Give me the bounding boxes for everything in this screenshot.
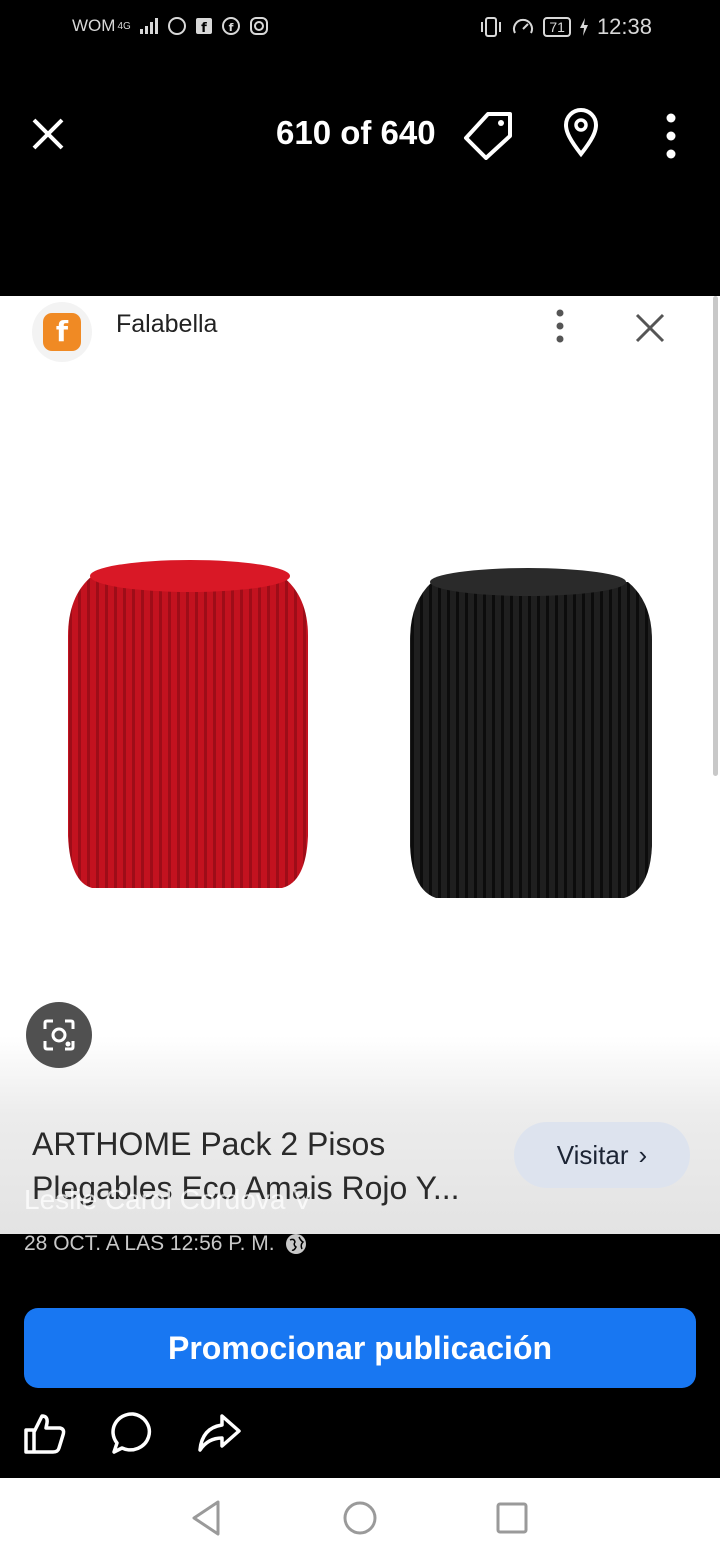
system-nav-bar [0,1478,720,1560]
facebook-icon: f [221,17,240,35]
photo-viewer-header: 610 of 640 [0,90,720,180]
facebook-icon: f [195,18,212,35]
product-image [68,560,652,898]
visit-label: Visitar [556,1139,629,1170]
black-stool [410,568,652,898]
comment-icon[interactable] [110,1410,156,1456]
carrier-name: WOM [72,16,116,35]
more-vertical-icon[interactable] [656,110,686,162]
close-icon[interactable] [28,114,68,154]
ad-image[interactable]: f Falabella ARTHOME Pack 2 Pisos Plegabl… [0,296,720,1234]
location-pin-icon[interactable] [560,108,602,158]
recents-icon[interactable] [492,1498,532,1538]
share-icon[interactable] [196,1410,242,1456]
vibrate-icon [481,17,502,37]
brand-logo: f [32,302,92,362]
status-right: 71 12:38 [479,14,652,40]
like-icon[interactable] [22,1410,68,1456]
whatsapp-icon [167,17,186,35]
post-date-text: 28 OCT. A LAS 12:56 P. M. [24,1232,275,1255]
chevron-right-icon: › [638,1139,648,1170]
post-date: 28 OCT. A LAS 12:56 P. M. [24,1232,307,1256]
post-author[interactable]: Leslie Carol Cordova V [24,1184,312,1216]
battery-level: 71 [543,17,571,37]
svg-text:f: f [228,21,233,34]
charging-icon [579,18,588,36]
back-icon[interactable] [188,1498,228,1538]
instagram-icon [249,17,268,35]
signal-icon [139,18,158,34]
red-stool [68,560,308,888]
status-left: WOM 4G f f [72,16,269,36]
status-bar: WOM 4G f f 71 12:38 [0,0,720,56]
home-icon[interactable] [340,1498,380,1538]
brand-name: Falabella [116,310,218,338]
lens-search-icon[interactable] [26,1002,92,1068]
photo-counter: 610 of 640 [276,114,436,151]
falabella-logo-icon: f [43,313,81,351]
promote-post-button[interactable]: Promocionar publicación [24,1308,696,1388]
svg-text:f: f [201,21,207,35]
clock: 12:38 [596,14,652,39]
close-icon [635,313,665,343]
globe-icon [285,1234,306,1254]
data-saver-icon [513,18,534,34]
post-actions [0,1404,720,1464]
more-vertical-icon [556,309,564,343]
visit-button[interactable]: Visitar › [514,1122,690,1188]
tag-icon[interactable] [462,108,516,160]
network-type: 4G [117,20,131,32]
